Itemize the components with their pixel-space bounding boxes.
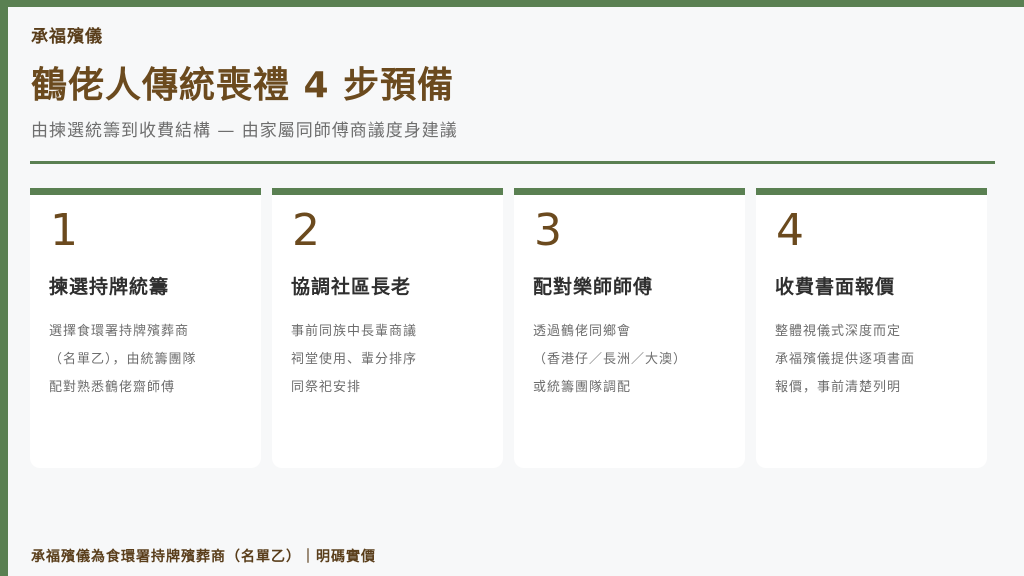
step-description: 整體視儀式深度而定 承福殯儀提供逐項書面 報價，事前清楚列明: [775, 318, 975, 402]
step-title: 揀選持牌統籌: [49, 276, 170, 298]
step-description-line: 選擇食環署持牌殯葬商: [49, 324, 190, 339]
step-description-line: 同祭祀安排: [291, 380, 362, 395]
step-cards: 1 揀選持牌統籌 選擇食環署持牌殯葬商 （名單乙），由統籌團隊 配對熟悉鶴佬齋師…: [30, 188, 987, 468]
step-description: 事前同族中長輩商議 祠堂使用、輩分排序 同祭祀安排: [291, 318, 491, 402]
step-number: 1: [50, 205, 78, 256]
step-title: 協調社區長老: [291, 276, 412, 298]
divider: [30, 161, 995, 164]
brand-name: 承福殯儀: [31, 27, 103, 47]
step-description-line: 配對熟悉鶴佬齋師傅: [49, 380, 176, 395]
step-number: 2: [292, 205, 320, 256]
step-description-line: （香港仔／長洲／大澳）: [533, 352, 688, 367]
step-description-line: 整體視儀式深度而定: [775, 324, 902, 339]
step-description: 透過鶴佬同鄉會 （香港仔／長洲／大澳） 或統籌團隊調配: [533, 318, 733, 402]
step-card-3: 3 配對樂師師傅 透過鶴佬同鄉會 （香港仔／長洲／大澳） 或統籌團隊調配: [514, 188, 745, 468]
step-description-line: 祠堂使用、輩分排序: [291, 352, 418, 367]
footer-note: 承福殯儀為食環署持牌殯葬商（名單乙）｜明碼實價: [31, 549, 376, 565]
step-description-line: 事前同族中長輩商議: [291, 324, 418, 339]
step-number: 4: [776, 205, 804, 256]
page-title: 鶴佬人傳統喪禮 4 步預備: [31, 65, 455, 106]
step-description-line: （名單乙），由統籌團隊: [49, 352, 197, 367]
step-description-line: 報價，事前清楚列明: [775, 380, 902, 395]
step-description: 選擇食環署持牌殯葬商 （名單乙），由統籌團隊 配對熟悉鶴佬齋師傅: [49, 318, 249, 402]
step-number: 3: [534, 205, 562, 256]
step-card-4: 4 收費書面報價 整體視儀式深度而定 承福殯儀提供逐項書面 報價，事前清楚列明: [756, 188, 987, 468]
step-title: 收費書面報價: [775, 276, 896, 298]
step-description-line: 承福殯儀提供逐項書面: [775, 352, 916, 367]
step-description-line: 透過鶴佬同鄉會: [533, 324, 632, 339]
top-accent-bar: [0, 0, 1024, 7]
left-accent-bar: [0, 0, 8, 576]
step-description-line: 或統籌團隊調配: [533, 380, 632, 395]
page-subtitle: 由揀選統籌到收費結構 — 由家屬同師傅商議度身建議: [31, 121, 458, 141]
step-card-2: 2 協調社區長老 事前同族中長輩商議 祠堂使用、輩分排序 同祭祀安排: [272, 188, 503, 468]
step-card-1: 1 揀選持牌統籌 選擇食環署持牌殯葬商 （名單乙），由統籌團隊 配對熟悉鶴佬齋師…: [30, 188, 261, 468]
step-title: 配對樂師師傅: [533, 276, 654, 298]
